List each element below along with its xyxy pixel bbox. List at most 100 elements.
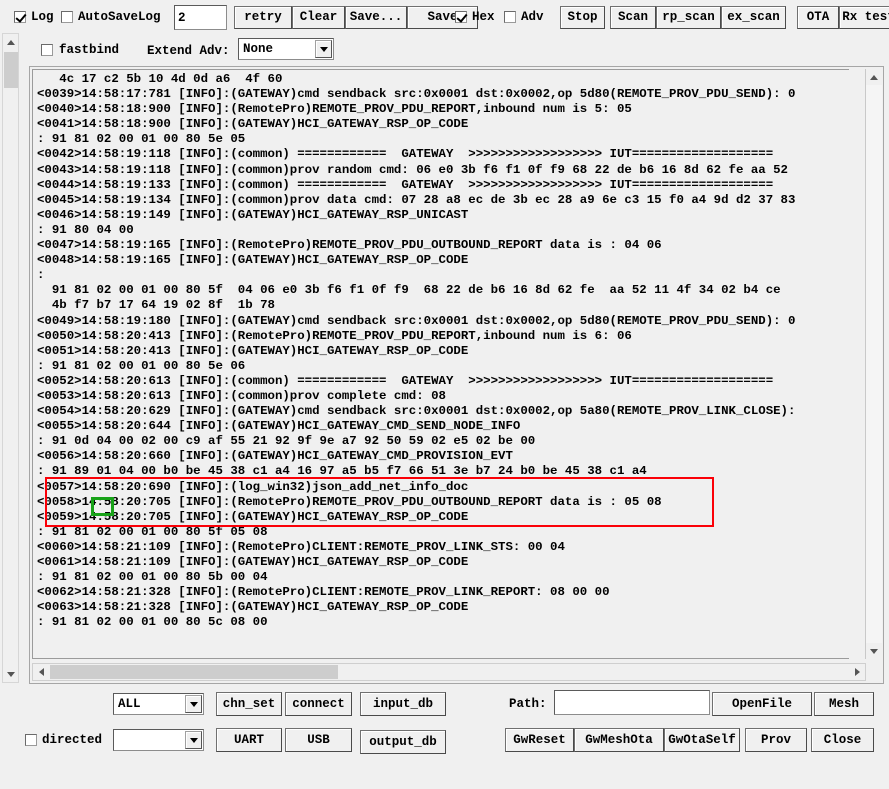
hex-checkbox[interactable]: Hex: [455, 11, 495, 24]
log-line: <0055>14:58:20:644 [INFO]:(GATEWAY)HCI_G…: [37, 419, 521, 434]
top-toolbar: Log AutoSaveLog 2 retry Clear Save... Sa…: [0, 0, 889, 66]
log-line: <0054>14:58:20:629 [INFO]:(GATEWAY)cmd s…: [37, 404, 796, 419]
log-line: <0062>14:58:21:328 [INFO]:(RemotePro)CLI…: [37, 585, 610, 600]
adv-checkbox-box[interactable]: [504, 11, 516, 24]
log-line: <0051>14:58:20:413 [INFO]:(GATEWAY)HCI_G…: [37, 343, 469, 358]
log-scroll-down-arrow-icon[interactable]: [866, 643, 882, 659]
log-line: : 91 80 04 00: [37, 222, 134, 237]
rp-scan-button[interactable]: rp_scan: [656, 6, 721, 29]
rx-test-button[interactable]: Rx test: [839, 6, 889, 29]
ota-button[interactable]: OTA: [797, 6, 839, 29]
log-line: <0050>14:58:20:413 [INFO]:(RemotePro)REM…: [37, 328, 632, 343]
port-select[interactable]: ALL: [113, 693, 204, 715]
log-line: <0047>14:58:19:165 [INFO]:(RemotePro)REM…: [37, 238, 662, 253]
log-line: <0048>14:58:19:165 [INFO]:(GATEWAY)HCI_G…: [37, 253, 469, 268]
log-line: <0039>14:58:17:781 [INFO]:(GATEWAY)cmd s…: [37, 87, 796, 102]
log-line: <0058>14:58:20:705 [INFO]:(RemotePro)REM…: [37, 494, 662, 509]
log-horizontal-scrollbar[interactable]: [32, 663, 866, 681]
retry-button[interactable]: retry: [234, 6, 292, 29]
extend-adv-select-value: None: [243, 42, 274, 56]
log-line: <0060>14:58:21:109 [INFO]:(RemotePro)CLI…: [37, 539, 565, 554]
log-line: <0053>14:58:20:613 [INFO]:(common)prov c…: [37, 388, 446, 403]
gwreset-button[interactable]: GwReset: [505, 728, 574, 752]
output-db-button[interactable]: output_db: [360, 730, 446, 754]
scan-button[interactable]: Scan: [610, 6, 656, 29]
autosavelog-checkbox-label: AutoSaveLog: [78, 10, 161, 24]
clear-button[interactable]: Clear: [292, 6, 345, 29]
log-vertical-scrollbar[interactable]: [865, 69, 882, 659]
extend-adv-select[interactable]: None: [238, 38, 334, 60]
fastbind-checkbox-box[interactable]: [41, 44, 53, 57]
bottom-control-panel: ALL chn_set connect input_db Path: OpenF…: [0, 688, 889, 789]
log-line: 91 81 02 00 01 00 80 5f 04 06 e0 3b f6 f…: [37, 283, 781, 298]
fastbind-checkbox[interactable]: fastbind: [41, 44, 119, 57]
log-lines: 4c 17 c2 5b 10 4d 0d a6 4f 60 <0039>14:58…: [37, 72, 849, 630]
save-as-button[interactable]: Save...: [345, 6, 407, 29]
log-line: :: [37, 268, 45, 283]
close-button[interactable]: Close: [811, 728, 874, 752]
log-hscroll-thumb[interactable]: [50, 665, 338, 679]
gwmeshota-button[interactable]: GwMeshOta: [574, 728, 664, 752]
directed-checkbox-box[interactable]: [25, 734, 37, 747]
directed-select[interactable]: [113, 729, 204, 751]
input-db-button[interactable]: input_db: [360, 692, 446, 716]
log-checkbox-label: Log: [31, 10, 54, 24]
log-line: : 91 81 02 00 01 00 80 5b 00 04: [37, 570, 268, 585]
log-line: : 91 0d 04 00 02 00 c9 af 55 21 92 9f 9e…: [37, 434, 536, 449]
openfile-button[interactable]: OpenFile: [712, 692, 812, 716]
log-scroll-right-arrow-icon[interactable]: [849, 664, 865, 680]
log-line: <0063>14:58:21:328 [INFO]:(GATEWAY)HCI_G…: [37, 600, 469, 615]
log-panel: 4c 17 c2 5b 10 4d 0d a6 4f 60 <0039>14:58…: [29, 66, 884, 684]
usb-button[interactable]: USB: [285, 728, 352, 752]
chevron-down-icon[interactable]: [185, 731, 202, 749]
log-line: <0045>14:58:19:134 [INFO]:(common)prov d…: [37, 192, 796, 207]
stop-button[interactable]: Stop: [560, 6, 605, 29]
log-checkbox-box[interactable]: [14, 11, 26, 24]
directed-checkbox-label: directed: [42, 733, 103, 747]
uart-button[interactable]: UART: [216, 728, 282, 752]
log-line: <0044>14:58:19:133 [INFO]:(common) =====…: [37, 177, 774, 192]
directed-checkbox[interactable]: directed: [25, 734, 102, 747]
log-line: <0041>14:58:18:900 [INFO]:(GATEWAY)HCI_G…: [37, 117, 469, 132]
retry-count-input[interactable]: 2: [174, 5, 227, 30]
log-checkbox[interactable]: Log: [14, 11, 54, 24]
autosavelog-checkbox[interactable]: AutoSaveLog: [61, 11, 161, 24]
log-scroll-left-arrow-icon[interactable]: [33, 664, 49, 680]
log-line: : 91 81 02 00 01 00 80 5c 08 00: [37, 615, 268, 630]
log-line: <0056>14:58:20:660 [INFO]:(GATEWAY)HCI_G…: [37, 449, 513, 464]
window-scroll-thumb[interactable]: [4, 52, 18, 88]
ex-scan-button[interactable]: ex_scan: [721, 6, 786, 29]
log-scroll-up-arrow-icon[interactable]: [866, 69, 882, 85]
hex-checkbox-box[interactable]: [455, 11, 467, 24]
log-line: : 91 89 01 04 00 b0 be 45 38 c1 a4 16 97…: [37, 464, 647, 479]
log-line: 4b f7 b7 17 64 19 02 8f 1b 78: [37, 298, 275, 313]
log-line: <0049>14:58:19:180 [INFO]:(GATEWAY)cmd s…: [37, 313, 796, 328]
log-line: <0059>14:58:20:705 [INFO]:(GATEWAY)HCI_G…: [37, 509, 469, 524]
hex-checkbox-label: Hex: [472, 10, 495, 24]
log-line: <0052>14:58:20:613 [INFO]:(common) =====…: [37, 373, 774, 388]
mesh-button[interactable]: Mesh: [814, 692, 874, 716]
connect-button[interactable]: connect: [285, 692, 352, 716]
fastbind-checkbox-label: fastbind: [59, 43, 120, 57]
port-select-value: ALL: [118, 697, 141, 711]
chevron-down-icon[interactable]: [185, 695, 202, 713]
adv-checkbox-label: Adv: [521, 10, 544, 24]
scroll-up-arrow-icon[interactable]: [3, 34, 18, 50]
log-line: <0040>14:58:18:900 [INFO]:(RemotePro)REM…: [37, 102, 632, 117]
autosavelog-checkbox-box[interactable]: [61, 11, 73, 24]
log-line: <0042>14:58:19:118 [INFO]:(common) =====…: [37, 147, 774, 162]
path-input[interactable]: [554, 690, 710, 715]
adv-checkbox[interactable]: Adv: [504, 11, 544, 24]
window-vertical-scrollbar[interactable]: [2, 33, 19, 683]
log-line: : 91 81 02 00 01 00 80 5e 06: [37, 358, 246, 373]
log-line: <0061>14:58:21:109 [INFO]:(GATEWAY)HCI_G…: [37, 555, 469, 569]
prov-button[interactable]: Prov: [745, 728, 807, 752]
log-line: 4c 17 c2 5b 10 4d 0d a6 4f 60: [37, 72, 283, 86]
gwotaself-button[interactable]: GwOtaSelf: [664, 728, 740, 752]
chn-set-button[interactable]: chn_set: [216, 692, 282, 716]
chevron-down-icon[interactable]: [315, 40, 332, 58]
log-line: <0057>14:58:20:690 [INFO]:(log_win32)jso…: [37, 479, 469, 494]
path-label: Path:: [509, 697, 547, 711]
scroll-down-arrow-icon[interactable]: [3, 666, 18, 682]
log-textarea[interactable]: 4c 17 c2 5b 10 4d 0d a6 4f 60 <0039>14:58…: [32, 69, 849, 659]
